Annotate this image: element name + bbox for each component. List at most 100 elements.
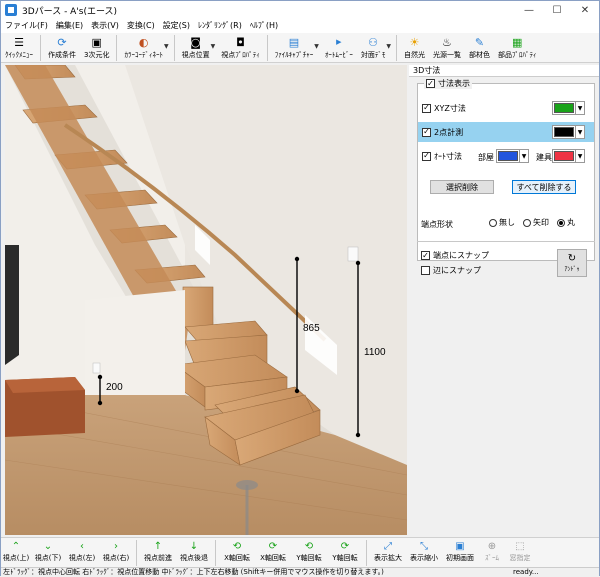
chevron-down-icon[interactable]: ▼	[575, 102, 584, 114]
title-bar: 3Dパース - A's(エース) — ☐ ✕	[1, 1, 599, 19]
snap-edge-toggle[interactable]: 辺にスナップ	[421, 265, 481, 276]
minimize-button[interactable]: —	[515, 1, 543, 19]
window-controls: — ☐ ✕	[515, 1, 599, 19]
zoom-out-button[interactable]: ⤡ 表示縮小	[406, 538, 442, 566]
chevron-down-icon[interactable]: ▼	[164, 43, 169, 50]
view-up-button[interactable]: ⌃ 視点(上)	[1, 538, 31, 566]
rotate-y-button[interactable]: ⟲ Y軸回転	[291, 538, 327, 566]
face-demo-label: 対面ﾃﾞﾓ	[360, 51, 386, 59]
checkbox-icon[interactable]: ✓	[422, 103, 431, 113]
printer-icon: ▣	[91, 35, 102, 49]
tv-panel	[5, 245, 19, 365]
member-color-button[interactable]: ✎ 部材色	[465, 33, 494, 63]
view-down-button[interactable]: ⌄ 視点(下)	[31, 538, 65, 566]
toolbar-separator	[215, 540, 216, 566]
endpoint-option-arrow[interactable]: 矢印	[523, 217, 549, 228]
zoom-in-button[interactable]: ⤢ 表示拡大	[370, 538, 406, 566]
window-select-button[interactable]: ⬚ 窓指定	[506, 538, 534, 566]
chevron-down-icon[interactable]: ▼	[386, 43, 391, 50]
checkbox-icon[interactable]: ✓	[422, 127, 431, 137]
menu-view[interactable]: 表示(V)	[87, 19, 123, 33]
auto-movie-button[interactable]: ▶ ｵｰﾄﾑｰﾋﾞｰ	[321, 33, 357, 63]
endpoint-option-circle[interactable]: 丸	[557, 217, 575, 228]
viewpoint-property-button[interactable]: ◘ 視点ﾌﾟﾛﾊﾟﾃｨ	[217, 33, 264, 63]
dimension-label-1100: 1100	[364, 347, 386, 358]
close-button[interactable]: ✕	[571, 1, 599, 19]
view-up-label: 視点(上)	[2, 554, 30, 562]
zoom-label: ｽﾞｰﾑ	[485, 554, 499, 562]
undo-button[interactable]: ↻ ｱﾝﾄﾞｩ	[557, 249, 587, 277]
face-demo-button[interactable]: ⚇ 対面ﾃﾞﾓ	[357, 33, 390, 63]
view-right-button[interactable]: › 視点(右)	[99, 538, 133, 566]
make-3d-button[interactable]: ▣ 3次元化	[80, 33, 113, 63]
snap-endpoint-toggle[interactable]: ✓ 端点にスナップ	[421, 250, 489, 261]
creation-conditions-button[interactable]: ⟳ 作成条件	[44, 33, 80, 63]
rotate-y-reverse-icon: ⟳	[340, 541, 350, 552]
dimension-panel: 3D寸法 ✓ 寸法表示 ✓ XYZ寸法 ▼ ✓ 2点計測 ▼ ✓ ｵｰﾄ寸法 部…	[409, 65, 599, 535]
quick-menu-button[interactable]: ☰ ｸｲｯｸﾒﾆｭｰ	[1, 33, 37, 63]
chevron-down-icon[interactable]: ▼	[575, 126, 584, 138]
rotate-x-icon: ⟲	[232, 541, 242, 552]
zoom-button[interactable]: ⊕ ｽﾞｰﾑ	[478, 538, 506, 566]
checkbox-icon[interactable]: ✓	[426, 79, 435, 88]
radio-icon[interactable]	[557, 218, 565, 227]
checkbox-icon[interactable]: ✓	[421, 251, 430, 260]
light-list-button[interactable]: ♨ 光源一覧	[429, 33, 465, 63]
rotate-y-reverse-button[interactable]: ⟳ Y軸回転	[327, 538, 363, 566]
menu-convert[interactable]: 変換(C)	[123, 19, 159, 33]
two-point-color-picker[interactable]: ▼	[552, 125, 585, 139]
zoom-icon: ⊕	[487, 541, 497, 552]
parts-property-button[interactable]: ▦ 部品ﾌﾟﾛﾊﾟﾃｨ	[494, 33, 541, 63]
quick-menu-label: ｸｲｯｸﾒﾆｭｰ	[5, 51, 33, 59]
menu-settings[interactable]: 設定(S)	[159, 19, 194, 33]
xyz-color-picker[interactable]: ▼	[552, 101, 585, 115]
maximize-button[interactable]: ☐	[543, 1, 571, 19]
refresh-icon: ⟳	[57, 35, 67, 49]
viewpoint-property-label: 視点ﾌﾟﾛﾊﾟﾃｨ	[221, 51, 260, 59]
toolbar-separator	[266, 35, 268, 61]
natural-light-button[interactable]: ☀ 自然光	[400, 33, 429, 63]
menu-edit[interactable]: 編集(E)	[52, 19, 87, 33]
viewpoint-position-button[interactable]: ◙ 視点位置	[178, 33, 214, 63]
radio-icon[interactable]	[523, 218, 531, 227]
room-color-picker[interactable]: ▼	[496, 149, 529, 163]
dimension-display-toggle[interactable]: ✓ 寸法表示	[424, 78, 472, 89]
view-toolbar: ⌃ 視点(上) ⌄ 視点(下) ‹ 視点(左) › 視点(右) ↑ 視点前進 ↓…	[1, 537, 599, 567]
3d-viewport[interactable]: 865 1100 200	[5, 65, 407, 535]
group-label: 寸法表示	[438, 79, 470, 88]
menu-help[interactable]: ﾍﾙﾌﾟ(H)	[246, 19, 282, 33]
paint-icon: ✎	[474, 35, 485, 49]
chevron-down-icon[interactable]: ▼	[314, 43, 319, 50]
snap-edge-label: 辺にスナップ	[433, 266, 481, 275]
zoom-in-icon: ⤢	[384, 541, 392, 552]
auto-movie-label: ｵｰﾄﾑｰﾋﾞｰ	[324, 51, 353, 59]
checkbox-icon[interactable]: ✓	[422, 151, 431, 161]
delete-all-button[interactable]: すべて削除する	[512, 180, 576, 194]
zoom-in-label: 表示拡大	[374, 554, 402, 562]
menu-rendering[interactable]: ﾚﾝﾀﾞﾘﾝｸﾞ(R)	[194, 19, 246, 33]
fitting-color-picker[interactable]: ▼	[552, 149, 585, 163]
endpoint-option-label: 矢印	[533, 218, 549, 227]
chevron-down-icon[interactable]: ▼	[575, 150, 584, 162]
chevron-down-icon[interactable]: ▼	[519, 150, 528, 162]
rotate-x-button[interactable]: ⟲ X軸回転	[219, 538, 255, 566]
view-backward-button[interactable]: ↓ 視点後退	[176, 538, 212, 566]
delete-selected-button[interactable]: 選択削除	[430, 180, 494, 194]
view-left-button[interactable]: ‹ 視点(左)	[65, 538, 99, 566]
divider	[417, 241, 595, 242]
checkbox-icon[interactable]	[421, 266, 430, 275]
member-color-label: 部材色	[468, 51, 490, 59]
endpoint-option-none[interactable]: 無し	[489, 217, 515, 228]
color-coordinate-button[interactable]: ◐ ｶﾗｰｺｰﾃﾞｨﾈｰﾄ	[120, 33, 167, 63]
menu-file[interactable]: ファイル(F)	[1, 19, 52, 33]
parts-icon: ▦	[512, 35, 523, 49]
chevron-down-icon[interactable]: ▼	[211, 43, 216, 50]
radio-icon[interactable]	[489, 218, 497, 227]
initial-view-button[interactable]: ▣ 初期画面	[442, 538, 478, 566]
file-capture-button[interactable]: ▤ ﾌｧｲﾙｷｬﾌﾟﾁｬｰ	[271, 33, 318, 63]
app-window: 3Dパース - A's(エース) — ☐ ✕ ファイル(F) 編集(E) 表示(…	[0, 0, 600, 576]
menu-bar: ファイル(F) 編集(E) 表示(V) 変換(C) 設定(S) ﾚﾝﾀﾞﾘﾝｸﾞ…	[1, 19, 599, 33]
rotate-x-reverse-button[interactable]: ⟳ X軸回転	[255, 538, 291, 566]
view-forward-button[interactable]: ↑ 視点前進	[140, 538, 176, 566]
wall-switch	[347, 246, 359, 262]
